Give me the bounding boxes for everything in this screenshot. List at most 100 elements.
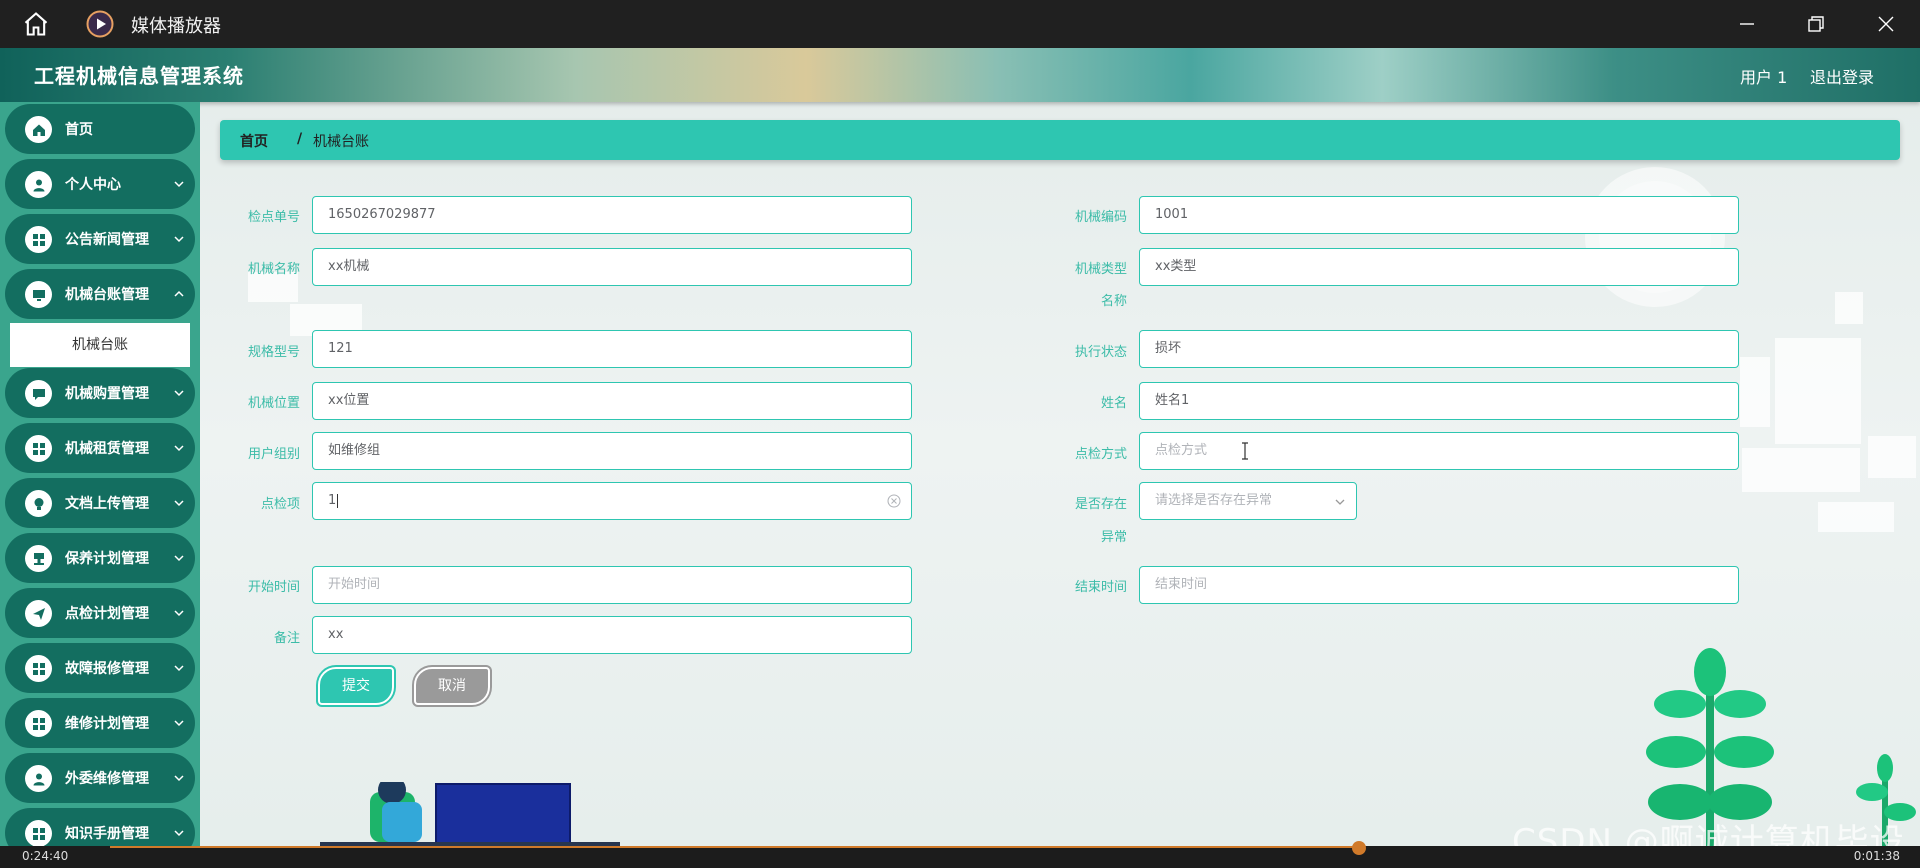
- sidebar-item-inspection-plan[interactable]: 点检计划管理: [5, 588, 195, 638]
- player-title: 媒体播放器: [131, 16, 221, 37]
- label-location: 机械位置: [247, 396, 300, 411]
- chevron-down-icon: [174, 390, 184, 397]
- submit-button[interactable]: 提交: [318, 667, 394, 705]
- label-inspect-method: 点检方式: [1074, 447, 1127, 462]
- label-end-time: 结束时间: [1074, 580, 1127, 595]
- logout-link[interactable]: 退出登录: [1810, 64, 1874, 88]
- remaining-time: 0:01:38: [1853, 849, 1900, 863]
- machine-type-input[interactable]: xx类型: [1139, 248, 1739, 286]
- monitor-icon: [25, 281, 52, 308]
- label-inspect-item: 点检项: [260, 497, 300, 512]
- chevron-down-icon: [174, 445, 184, 452]
- bg-decor-block: [1818, 502, 1894, 532]
- label-remark: 备注: [273, 631, 300, 646]
- restore-icon[interactable]: [1804, 12, 1828, 36]
- chevron-down-icon: [174, 555, 184, 562]
- player-controls-bar: 0:24:40 0:01:38: [0, 841, 1920, 868]
- name-input[interactable]: 姓名1: [1139, 382, 1739, 420]
- main-content: 首页 / 机械台账 检点单号 1650267029877 机械名称 xx机械 规…: [200, 102, 1920, 846]
- sidebar-item-maintenance-plan[interactable]: 保养计划管理: [5, 533, 195, 583]
- elapsed-time: 0:24:40: [22, 849, 69, 863]
- send-icon: [25, 600, 52, 627]
- clear-icon[interactable]: [887, 494, 901, 508]
- label-has-abnormal: 是否存在: [1074, 497, 1127, 512]
- sidebar-item-documents[interactable]: 文档上传管理: [5, 478, 195, 528]
- sidebar-item-label: 保养计划管理: [65, 551, 149, 567]
- chevron-down-icon: [174, 236, 184, 243]
- sidebar-item-news[interactable]: 公告新闻管理: [5, 214, 195, 264]
- chevron-down-icon: [174, 665, 184, 672]
- inspect-method-input[interactable]: 点检方式: [1139, 432, 1739, 470]
- app-title: 工程机械信息管理系统: [34, 64, 244, 88]
- sidebar-item-label: 公告新闻管理: [65, 232, 149, 248]
- breadcrumb-separator: /: [297, 131, 303, 147]
- sidebar-item-fault-repair[interactable]: 故障报修管理: [5, 643, 195, 693]
- sidebar-item-label: 故障报修管理: [65, 661, 149, 677]
- sidebar-item-label: 点检计划管理: [65, 606, 149, 622]
- minimize-icon[interactable]: [1735, 12, 1759, 36]
- grid-icon: [25, 820, 52, 846]
- text-cursor-icon: [1242, 442, 1248, 460]
- chevron-down-icon: [174, 830, 184, 837]
- progress-thumb[interactable]: [1352, 841, 1366, 855]
- inspect-item-input[interactable]: 1: [312, 482, 912, 520]
- exec-status-input[interactable]: 损坏: [1139, 330, 1739, 368]
- sidebar-item-machine-ledger[interactable]: 机械台账管理: [5, 269, 195, 319]
- sidebar-item-label: 个人中心: [65, 177, 121, 193]
- stamp-icon: [25, 545, 52, 572]
- close-icon[interactable]: [1874, 12, 1898, 36]
- sidebar-item-personal-center[interactable]: 个人中心: [5, 159, 195, 209]
- breadcrumb-home[interactable]: 首页: [240, 131, 268, 151]
- grid-icon: [25, 655, 52, 682]
- machine-name-value: xx机械: [328, 259, 370, 274]
- start-time-input[interactable]: 开始时间: [312, 566, 912, 604]
- machine-code-input[interactable]: 1001: [1139, 196, 1739, 234]
- person-icon: [25, 171, 52, 198]
- user-group-value: 如维修组: [328, 443, 381, 458]
- grid-icon: [25, 435, 52, 462]
- has-abnormal-select[interactable]: 请选择是否存在异常: [1139, 482, 1357, 520]
- location-input[interactable]: xx位置: [312, 382, 912, 420]
- bg-decor-block: [1835, 292, 1863, 324]
- machine-type-value: xx类型: [1155, 259, 1197, 274]
- inspect-method-placeholder: 点检方式: [1155, 443, 1208, 458]
- sidebar-item-home[interactable]: 首页: [5, 104, 195, 154]
- sidebar-subitem-machine-ledger[interactable]: 机械台账: [10, 323, 190, 367]
- spec-model-input[interactable]: 121: [312, 330, 912, 368]
- person-icon: [25, 765, 52, 792]
- progress-bar[interactable]: [110, 846, 1360, 848]
- sidebar-item-lease[interactable]: 机械租赁管理: [5, 423, 195, 473]
- remark-value: xx: [328, 627, 344, 642]
- machine-name-input[interactable]: xx机械: [312, 248, 912, 286]
- home-icon: [25, 116, 52, 143]
- sidebar-item-label: 机械台账管理: [65, 287, 149, 303]
- home-icon[interactable]: [22, 10, 50, 38]
- bg-decor-block: [1868, 436, 1916, 478]
- name-value: 姓名1: [1155, 393, 1190, 408]
- label-inspection-no: 检点单号: [247, 210, 300, 225]
- label-name: 姓名: [1100, 396, 1127, 411]
- sidebar-item-label: 维修计划管理: [65, 716, 149, 732]
- sidebar-item-repair-plan[interactable]: 维修计划管理: [5, 698, 195, 748]
- sidebar-item-outsourced-repair[interactable]: 外委维修管理: [5, 753, 195, 803]
- cancel-button[interactable]: 取消: [414, 667, 490, 705]
- breadcrumb-current: 机械台账: [313, 134, 369, 150]
- end-time-input[interactable]: 结束时间: [1139, 566, 1739, 604]
- label-spec-model: 规格型号: [247, 345, 300, 360]
- media-player-logo-icon: [86, 10, 114, 38]
- current-user: 用户 1: [1740, 68, 1788, 87]
- user-group-input[interactable]: 如维修组: [312, 432, 912, 470]
- sidebar-item-purchase[interactable]: 机械购置管理: [5, 368, 195, 418]
- inspection-no-input[interactable]: 1650267029877: [312, 196, 912, 234]
- app-viewport: 工程机械信息管理系统 用户 1 退出登录 首页 个人中心 公告新闻管理 机械台账…: [0, 48, 1920, 846]
- sidebar-item-knowledge-manual[interactable]: 知识手册管理: [5, 808, 195, 846]
- media-player-titlebar: 媒体播放器: [0, 0, 1920, 48]
- breadcrumb: 首页 / 机械台账: [220, 120, 1900, 160]
- label-start-time: 开始时间: [247, 580, 300, 595]
- exec-status-value: 损坏: [1155, 341, 1182, 356]
- remark-input[interactable]: xx: [312, 616, 912, 654]
- chat-icon: [25, 380, 52, 407]
- bg-decor-block: [1775, 338, 1861, 444]
- label-has-abnormal-line2: 异常: [1100, 530, 1127, 545]
- inspection-no-value: 1650267029877: [328, 207, 436, 222]
